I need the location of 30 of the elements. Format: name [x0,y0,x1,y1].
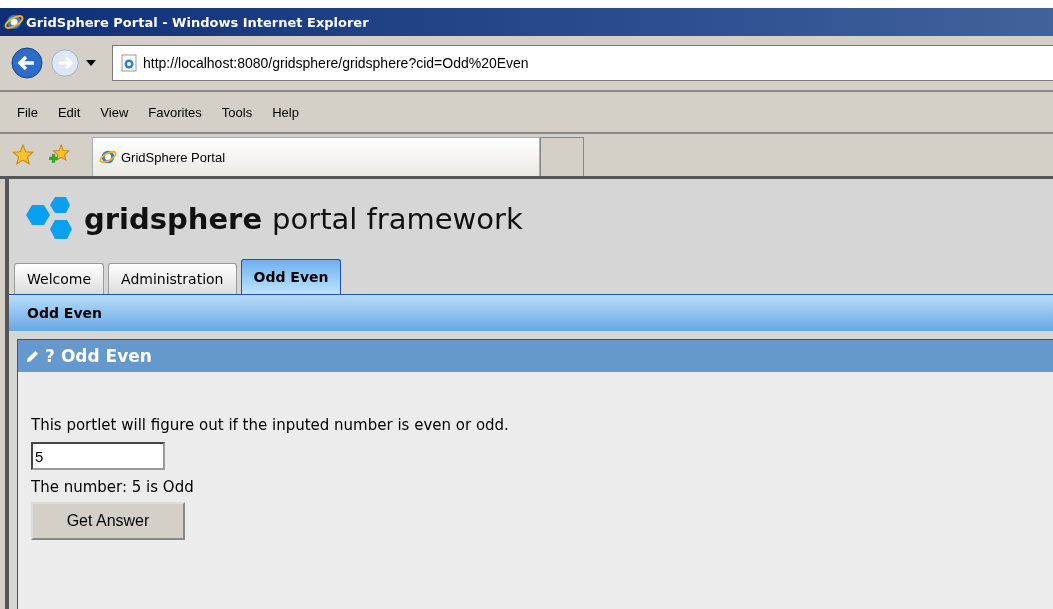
new-tab-button[interactable] [540,137,584,176]
portlet-title: Odd Even [60,346,152,366]
address-field[interactable]: http://localhost:8080/gridsphere/gridsphere?cid=Odd%20Even [112,45,1053,81]
result-text: The number: 5 is Odd [31,478,195,496]
brand-name: gridsphere [84,202,263,236]
brand-subtitle: portal framework [272,202,523,236]
back-button[interactable] [10,46,44,80]
menu-item[interactable]: Tools [221,104,253,120]
window-title: GridSphere Portal - Windows Internet Explorer [26,14,369,30]
dropdown-arrow-icon[interactable] [86,60,96,66]
add-star-icon[interactable] [48,144,70,166]
portal-tab[interactable]: Administration [108,263,237,294]
get-answer-button[interactable]: Get Answer [31,502,185,540]
browser-logo-icon [4,12,24,32]
browser-tab[interactable]: GridSphere Portal [92,137,540,176]
forward-button[interactable] [50,48,80,78]
subnav-item[interactable]: Odd Even [27,305,102,321]
menu-item[interactable]: Help [272,104,299,120]
menu-item[interactable]: Favorites [148,104,202,120]
description-text: This portlet will figure out if the inputed number is even or odd. [31,416,510,434]
menu-item[interactable]: Edit [57,104,81,120]
menu-item[interactable]: File [17,104,38,120]
number-field[interactable]: 5 [31,442,165,470]
portal-tab[interactable]: Welcome [14,263,105,294]
browser-logo-icon [99,148,117,166]
portal-tab[interactable]: Odd Even [240,259,342,294]
pencil-icon[interactable] [26,349,39,363]
menu-item[interactable]: View [100,104,129,120]
page-icon [121,54,137,72]
star-icon[interactable] [12,144,34,166]
